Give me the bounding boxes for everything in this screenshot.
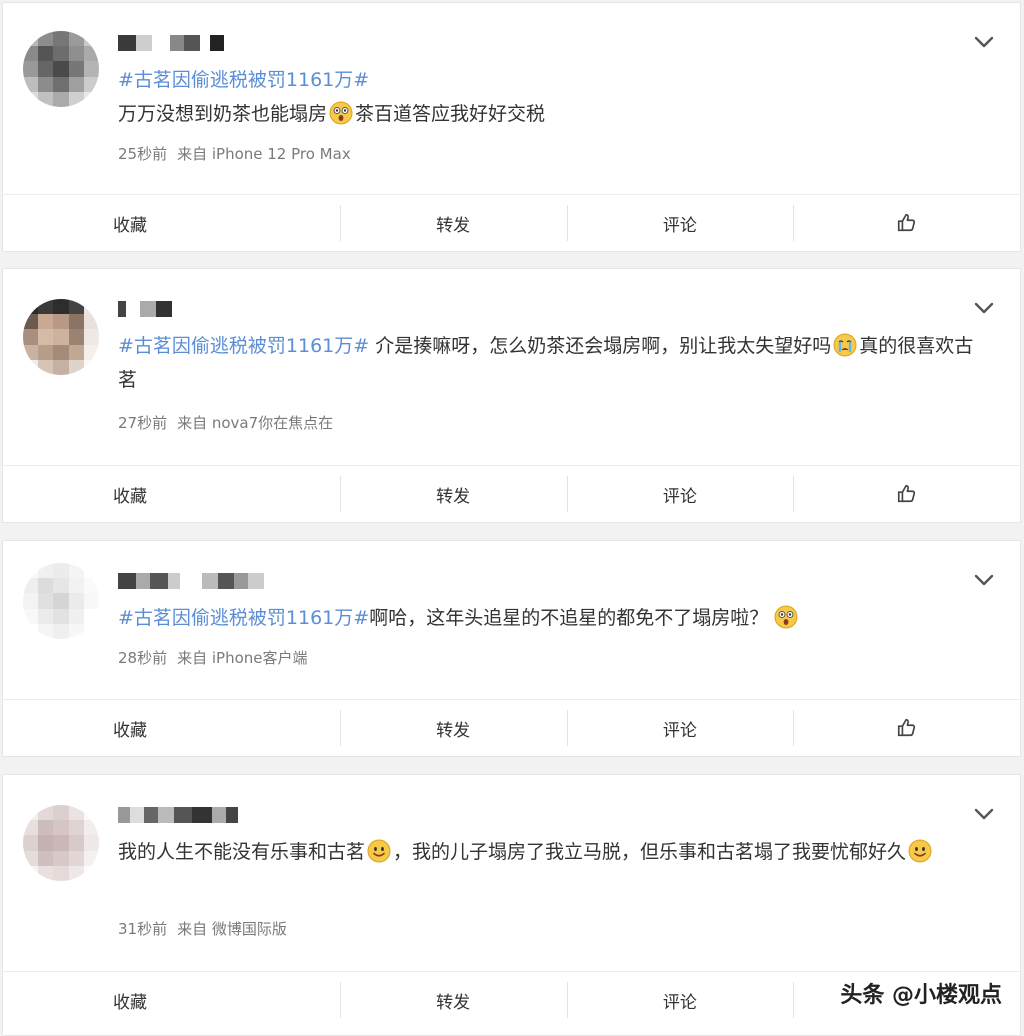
chevron-down-icon[interactable] (972, 299, 996, 317)
post-source: 来自 微博国际版 (177, 920, 287, 938)
repost-label: 转发 (436, 215, 471, 236)
avatar[interactable] (23, 563, 99, 639)
post-source: 来自 iPhone客户端 (177, 649, 308, 667)
comment-button[interactable]: 评论 (566, 466, 794, 522)
avatar[interactable] (23, 299, 99, 375)
hashtag-link[interactable]: #古茗因偷逃税被罚1161万# (118, 69, 369, 91)
post-card: #古茗因偷逃税被罚1161万# 介是揍嘛呀，怎么奶茶还会塌房啊，别让我太失望好吗… (2, 268, 1021, 523)
crying-face-icon (833, 333, 857, 357)
repost-button[interactable]: 转发 (339, 466, 567, 522)
username-blurred[interactable] (118, 33, 224, 53)
like-button[interactable] (793, 466, 1020, 522)
comment-label: 评论 (662, 720, 697, 741)
favorite-label: 收藏 (113, 215, 147, 236)
hashtag-link[interactable]: #古茗因偷逃税被罚1161万# (118, 607, 369, 629)
post-text: ，我的儿子塌房了我立马脱，但乐事和古茗塌了我要忧郁好久 (393, 841, 907, 863)
thumbs-up-icon (896, 212, 918, 234)
post-text: 万万没想到奶茶也能塌房 (118, 103, 328, 125)
post-text: 茶百道答应我好好交税 (355, 103, 546, 125)
favorite-label: 收藏 (113, 720, 147, 741)
post-time: 27秒前 (118, 414, 168, 432)
repost-label: 转发 (436, 720, 471, 741)
thumbs-up-icon (896, 717, 918, 739)
post-content: #古茗因偷逃税被罚1161万#啊哈，这年头追星的不追星的都免不了塌房啦？ (118, 601, 988, 635)
action-bar: 收藏 转发 评论 (3, 465, 1020, 522)
comment-button[interactable]: 评论 (566, 972, 794, 1028)
post-text: 介是揍嘛呀，怎么奶茶还会塌房啊，别让我太失望好吗 (369, 335, 832, 357)
favorite-button[interactable]: 收藏 (3, 700, 340, 756)
post-text: 我的人生不能没有乐事和古茗 (118, 841, 366, 863)
post-time: 28秒前 (118, 649, 168, 667)
post-meta: 25秒前 来自 iPhone 12 Pro Max (118, 143, 351, 164)
username-blurred[interactable] (118, 805, 238, 825)
chevron-down-icon[interactable] (972, 571, 996, 589)
post-source: 来自 nova7你在焦点在 (177, 414, 334, 432)
hashtag-link[interactable]: #古茗因偷逃税被罚1161万# (118, 335, 369, 357)
favorite-button[interactable]: 收藏 (3, 972, 340, 1028)
comment-label: 评论 (662, 486, 697, 507)
repost-button[interactable]: 转发 (339, 195, 567, 251)
smile-face-icon (367, 839, 391, 863)
favorite-label: 收藏 (113, 992, 147, 1013)
comment-label: 评论 (662, 215, 697, 236)
smile-face-icon (908, 839, 932, 863)
action-bar: 收藏 转发 评论 (3, 194, 1020, 251)
post-card: #古茗因偷逃税被罚1161万#啊哈，这年头追星的不追星的都免不了塌房啦？ 28秒… (2, 540, 1021, 757)
post-time: 25秒前 (118, 145, 168, 163)
post-meta: 31秒前 来自 微博国际版 (118, 918, 287, 939)
chevron-down-icon[interactable] (972, 805, 996, 823)
favorite-button[interactable]: 收藏 (3, 195, 340, 251)
repost-label: 转发 (436, 486, 471, 507)
favorite-label: 收藏 (113, 486, 147, 507)
post-time: 31秒前 (118, 920, 168, 938)
username-blurred[interactable] (118, 571, 264, 591)
comment-button[interactable]: 评论 (566, 195, 794, 251)
username-blurred[interactable] (118, 299, 172, 319)
repost-label: 转发 (436, 992, 471, 1013)
post-meta: 28秒前 来自 iPhone客户端 (118, 647, 308, 668)
like-button[interactable] (793, 195, 1020, 251)
favorite-button[interactable]: 收藏 (3, 466, 340, 522)
repost-button[interactable]: 转发 (339, 700, 567, 756)
post-content: #古茗因偷逃税被罚1161万# 介是揍嘛呀，怎么奶茶还会塌房啊，别让我太失望好吗… (118, 329, 988, 397)
post-content: #古茗因偷逃税被罚1161万# 万万没想到奶茶也能塌房 茶百道答应我好好交税 (118, 63, 988, 131)
watermark: 头条 @小楼观点 (840, 983, 1002, 1008)
post-card: #古茗因偷逃税被罚1161万# 万万没想到奶茶也能塌房 茶百道答应我好好交税 25… (2, 2, 1021, 252)
chevron-down-icon[interactable] (972, 33, 996, 51)
post-content: 我的人生不能没有乐事和古茗 ，我的儿子塌房了我立马脱，但乐事和古茗塌了我要忧郁好久 (118, 835, 988, 869)
comment-label: 评论 (662, 992, 697, 1013)
comment-button[interactable]: 评论 (566, 700, 794, 756)
action-bar: 收藏 转发 评论 (3, 699, 1020, 756)
repost-button[interactable]: 转发 (339, 972, 567, 1028)
post-source: 来自 iPhone 12 Pro Max (177, 145, 351, 163)
avatar[interactable] (23, 805, 99, 881)
surprised-face-icon (329, 101, 353, 125)
avatar[interactable] (23, 31, 99, 107)
thumbs-up-icon (896, 483, 918, 505)
post-meta: 27秒前 来自 nova7你在焦点在 (118, 412, 333, 433)
surprised-face-icon (774, 605, 798, 629)
like-button[interactable] (793, 700, 1020, 756)
post-text: 啊哈，这年头追星的不追星的都免不了塌房啦？ (369, 607, 769, 629)
